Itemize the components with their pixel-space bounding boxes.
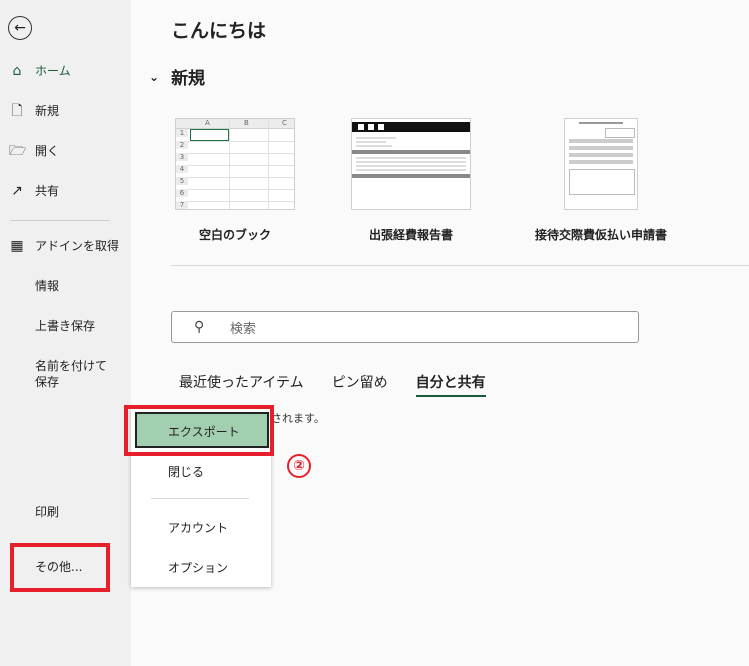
sidebar-item-label: ホーム bbox=[35, 64, 71, 78]
thumbnail-textarea bbox=[569, 169, 635, 195]
home-icon: ⌂ bbox=[12, 63, 22, 79]
sidebar-item-save[interactable]: 上書き保存 bbox=[0, 318, 131, 334]
tab-shared-with-me[interactable]: 自分と共有 bbox=[415, 372, 486, 397]
travel-expense-thumbnail bbox=[351, 118, 471, 210]
grid-line bbox=[268, 119, 269, 209]
search-icon: ⚲ bbox=[194, 319, 205, 335]
grid-line bbox=[188, 177, 294, 178]
thumbnail-line bbox=[356, 137, 396, 139]
step-marker: ② bbox=[287, 454, 311, 478]
grid-icon: ▦ bbox=[10, 238, 24, 254]
grid-line bbox=[188, 201, 294, 202]
thumbnail-row bbox=[569, 139, 633, 143]
sidebar-item-label: 上書き保存 bbox=[35, 319, 96, 333]
blank-workbook-thumbnail: A B C 1 2 3 4 5 6 7 bbox=[175, 118, 295, 210]
sidebar-item-new[interactable]: 🗋 新規 bbox=[0, 103, 131, 119]
thumbnail-line bbox=[356, 141, 386, 143]
thumbnail-line bbox=[356, 157, 466, 159]
thumbnail-line bbox=[356, 161, 466, 163]
row-header: 6 bbox=[176, 189, 188, 197]
sidebar-item-open[interactable]: 🗁 開く bbox=[0, 143, 131, 159]
sidebar-item-save-as[interactable]: 名前を付けて保存 bbox=[0, 358, 131, 390]
grid-line bbox=[188, 189, 294, 190]
thumbnail-title bbox=[579, 122, 623, 124]
thumbnail-row bbox=[569, 160, 633, 164]
new-document-icon: 🗋 bbox=[11, 103, 23, 119]
grid-line bbox=[188, 153, 294, 154]
template-label: 出張経費報告書 bbox=[368, 228, 453, 242]
row-header: 7 bbox=[176, 201, 188, 209]
sidebar-item-home[interactable]: ⌂ ホーム bbox=[0, 63, 131, 79]
file-tabs: 最近使ったアイテム ピン留め 自分と共有 bbox=[179, 372, 514, 397]
column-header: B bbox=[244, 119, 249, 127]
row-header: 2 bbox=[176, 141, 188, 149]
tab-recent[interactable]: 最近使ったアイテム bbox=[179, 372, 304, 397]
folder-open-icon: 🗁 bbox=[9, 143, 27, 159]
menu-divider bbox=[151, 498, 249, 499]
sidebar-item-label: アドインを取得 bbox=[35, 239, 120, 253]
row-header: 1 bbox=[176, 129, 188, 137]
template-label: 接待交際費仮払い申請書 bbox=[534, 228, 667, 242]
menu-item-account[interactable]: アカウント bbox=[168, 519, 228, 536]
page-title: こんにちは bbox=[171, 20, 267, 42]
tab-pinned[interactable]: ピン留め bbox=[332, 372, 388, 397]
sidebar-item-label: 印刷 bbox=[35, 505, 60, 519]
template-blank-workbook[interactable]: A B C 1 2 3 4 5 6 7 空白のブック bbox=[155, 118, 315, 243]
row-header: 5 bbox=[176, 177, 188, 185]
share-icon: ↗ bbox=[11, 183, 23, 199]
template-travel-expense-report[interactable]: 出張経費報告書 bbox=[331, 118, 491, 243]
backstage-sidebar: ← ⌂ ホーム 🗋 新規 🗁 開く ↗ 共有 ▦ アドインを取得 情報 上書き保… bbox=[0, 0, 131, 666]
thumbnail-box bbox=[605, 128, 635, 138]
sidebar-item-label: 共有 bbox=[35, 184, 60, 198]
annotation-box-export bbox=[124, 405, 274, 456]
row-header: 4 bbox=[176, 165, 188, 173]
new-section-header[interactable]: ⌄ 新規 bbox=[149, 64, 205, 89]
template-entertainment-advance-form[interactable]: 接待交際費仮払い申請書 bbox=[521, 118, 681, 243]
sidebar-item-info[interactable]: 情報 bbox=[0, 278, 131, 294]
grid-line bbox=[229, 119, 230, 209]
back-arrow-icon[interactable]: ← bbox=[8, 16, 32, 40]
sidebar-item-print[interactable]: 印刷 bbox=[0, 504, 131, 520]
selected-cell bbox=[190, 129, 229, 141]
thumbnail-icon bbox=[368, 124, 374, 130]
thumbnail-line bbox=[356, 145, 392, 147]
thumbnail-row bbox=[569, 153, 633, 157]
thumbnail-row bbox=[569, 146, 633, 150]
search-box[interactable]: ⚲ 検索 bbox=[171, 311, 639, 343]
entertainment-form-thumbnail bbox=[564, 118, 638, 210]
chevron-down-icon: ⌄ bbox=[149, 69, 160, 84]
sidebar-item-label: 名前を付けて保存 bbox=[35, 359, 108, 389]
column-header-bar bbox=[176, 119, 294, 129]
thumbnail-line bbox=[356, 165, 466, 167]
thumbnail-line bbox=[356, 169, 466, 171]
search-placeholder: 検索 bbox=[230, 321, 257, 337]
grid-line bbox=[188, 141, 294, 142]
menu-item-close[interactable]: 閉じる bbox=[168, 463, 204, 480]
section-divider bbox=[171, 265, 749, 266]
grid-line bbox=[188, 165, 294, 166]
sidebar-item-share[interactable]: ↗ 共有 bbox=[0, 183, 131, 199]
thumbnail-total-bar bbox=[352, 174, 470, 178]
menu-item-options[interactable]: オプション bbox=[168, 559, 228, 576]
sidebar-item-label: 新規 bbox=[35, 104, 60, 118]
sidebar-divider bbox=[10, 220, 110, 221]
sidebar-item-label: 情報 bbox=[35, 279, 60, 293]
sidebar-item-addins[interactable]: ▦ アドインを取得 bbox=[0, 238, 131, 254]
column-header: A bbox=[205, 119, 210, 127]
section-title: 新規 bbox=[171, 69, 206, 89]
sidebar-item-label: 開く bbox=[35, 144, 60, 158]
thumbnail-icon bbox=[378, 124, 384, 130]
column-header: C bbox=[282, 119, 287, 127]
annotation-box-more bbox=[10, 543, 110, 592]
thumbnail-table-head bbox=[352, 150, 470, 154]
template-label: 空白のブック bbox=[198, 228, 271, 242]
thumbnail-icon bbox=[358, 124, 364, 130]
row-header: 3 bbox=[176, 153, 188, 161]
